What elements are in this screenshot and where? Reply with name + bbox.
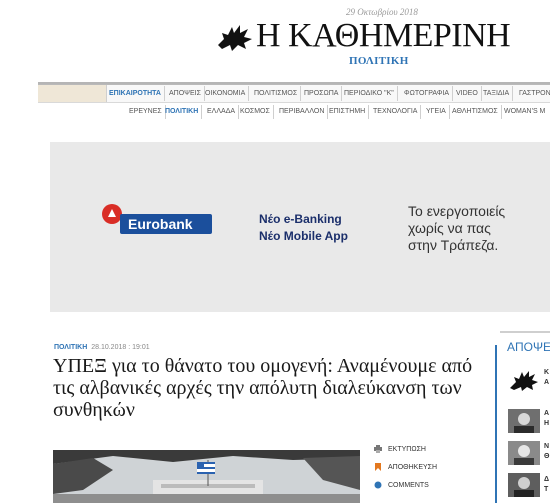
sidebar-accent-bar (495, 345, 497, 503)
ad-headline-line2: Νέο Mobile App (259, 229, 348, 243)
subnav-item-womans-magazine[interactable]: WOMAN'S M (501, 105, 548, 119)
ad-slogan-line2: χωρίς να πας (408, 220, 491, 236)
print-button[interactable]: ΕΚΤΥΠΩΣΗ (374, 442, 426, 456)
subnav-item-perivallon[interactable]: ΠΕΡΙΒΑΛΛΟΝ (276, 105, 329, 119)
nav-lead-block (38, 85, 107, 102)
subnav-item-erevnes[interactable]: ΕΡΕΥΝΕΣ (126, 105, 166, 119)
advertisement-banner[interactable]: Eurobank Νέο e-Banking Νέο Mobile App Το… (50, 142, 550, 312)
article-meta: ΠΟΛΙΤΙΚΗ 28.10.2018 : 19:01 (54, 344, 150, 351)
primary-nav: ΕΠΙΚΑΙΡΟΤΗΤΑ ΑΠΟΨΕΙΣ ΟΙΚΟΝΟΜΙΑ ΠΟΛΙΤΙΣΜΟ… (38, 82, 550, 103)
comment-bubble-icon (374, 481, 382, 489)
subnav-item-kosmos[interactable]: ΚΟΣΜΟΣ (237, 105, 274, 119)
photo-scene (53, 450, 360, 503)
subnav-item-epistimi[interactable]: ΕΠΙΣΤΗΜΗ (326, 105, 370, 119)
sidebar-divider (500, 331, 550, 333)
section-title[interactable]: ΠΟΛΙΤΙΚΗ (349, 55, 409, 67)
print-label: ΕΚΤΥΠΩΣΗ (388, 445, 426, 453)
griffin-logo-icon (218, 25, 252, 51)
article-photo (53, 450, 360, 503)
sidebar-item-2-line1[interactable]: Α (544, 409, 549, 418)
site-logo[interactable]: Η ΚΑΘΗΜΕΡΙΝΗ (214, 17, 511, 54)
article-category-link[interactable]: ΠΟΛΙΤΙΚΗ (54, 344, 87, 351)
ad-slogan-line1: Το ενεργοποιείς (408, 203, 506, 219)
columnist-griffin-icon (508, 368, 540, 392)
nav-item-taksidia[interactable]: ΤΑΞΙΔΙΑ (480, 86, 514, 101)
sidebar-title[interactable]: ΑΠΟΨΕΙΣ (507, 340, 550, 354)
sidebar-item-2-line2[interactable]: Η (544, 419, 549, 428)
nav-item-oikonomia[interactable]: ΟΙΚΟΝΟΜΙΑ (202, 86, 250, 101)
ad-slogan-line3: στην Τράπεζα. (408, 237, 499, 253)
columnist-avatar[interactable] (508, 409, 540, 433)
sidebar-item-1-line2[interactable]: Α (544, 378, 549, 387)
nav-item-periodiko[interactable]: ΠΕΡΙΟΔΙΚΟ "Κ" (341, 86, 398, 101)
comments-button[interactable]: COMMENTS (374, 478, 429, 492)
article-timestamp: 28.10.2018 : 19:01 (91, 344, 150, 351)
ad-brand-logo: Eurobank (120, 214, 212, 234)
nav-item-gastronomia[interactable]: ΓΑΣΤΡΟΝ (516, 86, 550, 101)
nav-top-rule (38, 82, 550, 84)
ad-headline-line1: Νέο e-Banking (259, 212, 342, 226)
bookmark-icon (374, 463, 382, 471)
save-label: ΑΠΟΘΗΚΕΥΣΗ (388, 463, 438, 471)
nav-item-epikairotita[interactable]: ΕΠΙΚΑΙΡΟΤΗΤΑ (106, 86, 165, 101)
sidebar-item-3-line1[interactable]: Ν (544, 442, 549, 451)
comments-label: COMMENTS (388, 481, 429, 489)
secondary-nav: ΕΡΕΥΝΕΣ ΠΟΛΙΤΙΚΗ ΕΛΛΑΔΑ ΚΟΣΜΟΣ ΠΕΡΙΒΑΛΛΟ… (38, 104, 550, 120)
nav-item-politismos[interactable]: ΠΟΛΙΤΙΣΜΟΣ (251, 86, 302, 101)
printer-icon (374, 445, 382, 453)
subnav-item-ellada[interactable]: ΕΛΛΑΔΑ (204, 105, 240, 119)
subnav-item-texnologia[interactable]: ΤΕΧΝΟΛΟΓΙΑ (370, 105, 422, 119)
sidebar-item-4-line1[interactable]: Δ (544, 475, 549, 484)
sidebar-item-3-line2[interactable]: Θ (544, 452, 549, 461)
save-button[interactable]: ΑΠΟΘΗΚΕΥΣΗ (374, 460, 437, 474)
subnav-item-ygeia[interactable]: ΥΓΕΙΑ (423, 105, 450, 119)
subnav-item-athlitismos[interactable]: ΑΘΛΗΤΙΣΜΟΣ (449, 105, 502, 119)
sidebar-item-1-line1[interactable]: Κ (544, 368, 549, 377)
columnist-avatar[interactable] (508, 473, 540, 497)
nav-item-apopseis[interactable]: ΑΠΟΨΕΙΣ (166, 86, 205, 101)
columnist-avatar[interactable] (508, 441, 540, 465)
eurobank-mark-icon (102, 204, 122, 224)
nav-item-prosopa[interactable]: ΠΡΟΣΩΠΑ (301, 86, 343, 101)
nav-item-fotografia[interactable]: ΦΩΤΟΓΡΑΦΙΑ (401, 86, 454, 101)
nav-item-video[interactable]: VIDEO (453, 86, 482, 101)
edition-date: 29 Οκτωβρίου 2018 (346, 7, 418, 17)
sidebar-item-4-line2[interactable]: Τ (544, 485, 548, 494)
subnav-item-politiki[interactable]: ΠΟΛΙΤΙΚΗ (162, 105, 203, 119)
site-title: Η ΚΑΘΗΜΕΡΙΝΗ (256, 17, 511, 54)
article-headline: ΥΠΕΞ για το θάνατο του ομογενή: Αναμένου… (53, 355, 473, 421)
